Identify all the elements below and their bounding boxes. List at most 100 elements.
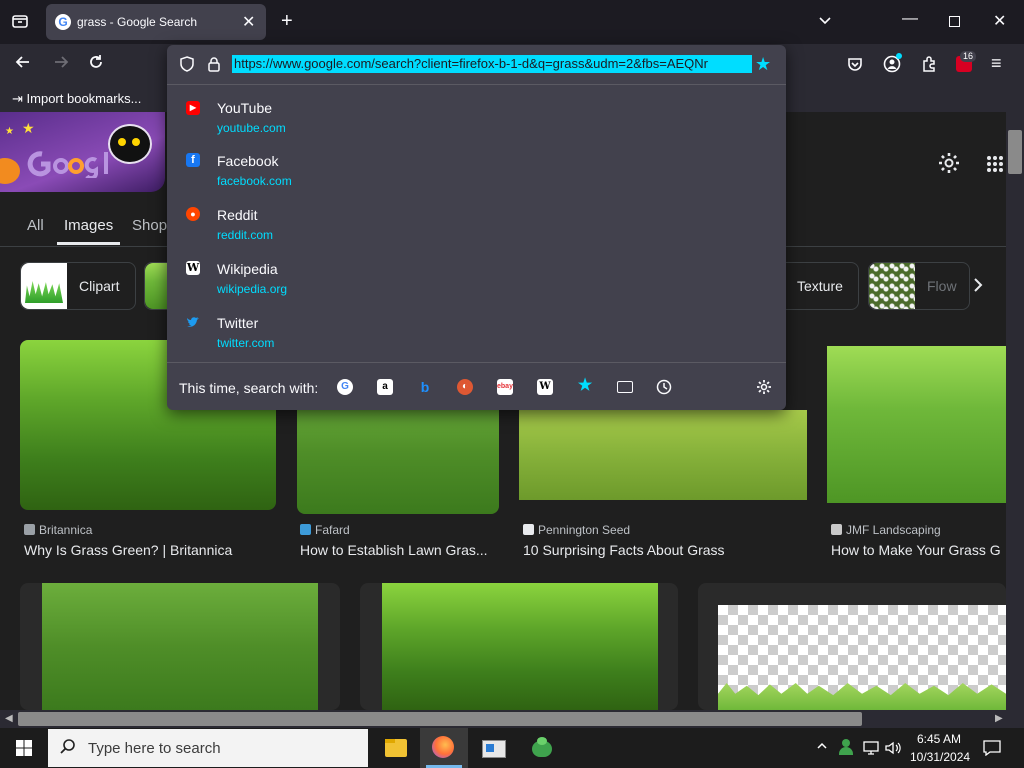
result-source[interactable]: Britannica bbox=[24, 523, 92, 537]
result-card[interactable] bbox=[20, 583, 340, 710]
suggestion-youtube[interactable]: ▶ YouTube youtube.com bbox=[175, 96, 775, 140]
search-engines-divider bbox=[167, 362, 786, 363]
jmf-favicon-icon bbox=[831, 524, 842, 535]
clock-time[interactable]: 6:45 AM bbox=[917, 732, 961, 746]
star-icon: ★ bbox=[22, 120, 35, 136]
notifications-icon[interactable] bbox=[983, 740, 1001, 761]
close-window-icon[interactable]: ✕ bbox=[993, 11, 1006, 31]
chip-texture[interactable]: Texture bbox=[786, 262, 859, 310]
result-caption[interactable]: How to Make Your Grass G bbox=[831, 542, 1006, 558]
ebay-icon[interactable]: ebay bbox=[497, 379, 513, 395]
suggestion-title: Facebook bbox=[217, 153, 279, 169]
chips-next-icon[interactable] bbox=[972, 277, 984, 298]
suggestion-twitter[interactable]: Twitter twitter.com bbox=[175, 312, 775, 356]
result-card[interactable] bbox=[360, 583, 678, 710]
bookmark-star-icon[interactable]: ★ bbox=[755, 54, 771, 75]
extension-badge: 16 bbox=[960, 51, 977, 62]
settings-gear-icon[interactable] bbox=[937, 151, 961, 180]
user-tray-icon[interactable] bbox=[839, 739, 853, 755]
result-source[interactable]: Pennington Seed bbox=[523, 523, 630, 537]
network-icon[interactable] bbox=[863, 741, 879, 760]
url-dropdown-divider bbox=[167, 84, 786, 85]
suggestion-url: facebook.com bbox=[217, 174, 292, 188]
chip-clipart[interactable]: Clipart bbox=[20, 262, 136, 310]
facebook-icon: f bbox=[186, 153, 200, 167]
suggestion-facebook[interactable]: f Facebook facebook.com bbox=[175, 150, 775, 194]
suggestion-title: YouTube bbox=[217, 100, 273, 116]
file-explorer-icon[interactable] bbox=[385, 739, 407, 757]
duckduckgo-icon[interactable]: ◐ bbox=[457, 379, 473, 395]
clock-date[interactable]: 10/31/2024 bbox=[910, 750, 970, 764]
suggestion-url: twitter.com bbox=[217, 336, 275, 350]
show-hidden-icons-chevron[interactable] bbox=[816, 740, 828, 755]
chip-texture-label: Texture bbox=[797, 278, 843, 294]
tab-all[interactable]: All bbox=[27, 217, 44, 234]
game-app-icon[interactable] bbox=[530, 737, 554, 759]
vertical-scroll-thumb[interactable] bbox=[1008, 130, 1022, 174]
import-bookmarks-label: Import bookmarks... bbox=[26, 91, 142, 106]
scroll-right-icon[interactable]: ▶ bbox=[995, 713, 1003, 724]
bing-icon[interactable]: b bbox=[417, 379, 433, 395]
tab-shop[interactable]: Shop bbox=[132, 217, 167, 234]
google-doodle-logo[interactable]: ★ ★ bbox=[0, 112, 165, 192]
google-favicon-icon: G bbox=[55, 14, 71, 30]
windows-start-icon[interactable] bbox=[16, 740, 32, 761]
minimize-window-icon[interactable]: — bbox=[902, 10, 918, 28]
youtube-icon: ▶ bbox=[186, 101, 200, 115]
url-input[interactable]: https://www.google.com/search?client=fir… bbox=[234, 56, 750, 71]
wikipedia-icon[interactable]: W bbox=[537, 379, 553, 395]
restore-window-icon[interactable] bbox=[949, 16, 960, 27]
bookmarks-star-icon[interactable]: ★ bbox=[577, 378, 593, 394]
suggestion-reddit[interactable]: ● Reddit reddit.com bbox=[175, 204, 775, 248]
pumpkin-icon bbox=[0, 158, 20, 184]
vertical-scrollbar[interactable] bbox=[1006, 112, 1024, 710]
new-tab-icon[interactable]: + bbox=[281, 10, 293, 33]
result-image[interactable] bbox=[519, 410, 807, 500]
result-caption[interactable]: 10 Surprising Facts About Grass bbox=[523, 542, 803, 558]
result-source[interactable]: Fafard bbox=[300, 523, 350, 537]
close-tab-icon[interactable]: ✕ bbox=[242, 12, 255, 32]
result-source[interactable]: JMF Landscaping bbox=[831, 523, 941, 537]
taskbar-search-placeholder: Type here to search bbox=[88, 740, 221, 757]
result-caption[interactable]: Why Is Grass Green? | Britannica bbox=[24, 542, 284, 558]
account-icon[interactable] bbox=[883, 53, 902, 78]
reload-icon[interactable] bbox=[87, 53, 105, 76]
import-icon: ⇥ bbox=[12, 91, 23, 106]
hamburger-menu-icon[interactable]: ≡ bbox=[991, 53, 1002, 74]
tracking-protection-shield-icon[interactable] bbox=[179, 56, 195, 77]
scroll-left-icon[interactable]: ◀ bbox=[5, 713, 13, 724]
list-all-tabs-icon[interactable] bbox=[817, 12, 833, 33]
history-icon[interactable] bbox=[656, 379, 672, 400]
result-caption[interactable]: How to Establish Lawn Gras... bbox=[300, 542, 500, 558]
reddit-icon: ● bbox=[186, 207, 200, 221]
active-tab[interactable]: G grass - Google Search ✕ bbox=[46, 4, 266, 40]
taskbar-firefox-button[interactable] bbox=[420, 728, 468, 768]
tabs-icon[interactable] bbox=[617, 381, 633, 393]
amazon-icon[interactable]: a bbox=[377, 379, 393, 395]
fafard-favicon-icon bbox=[300, 524, 311, 535]
search-settings-gear-icon[interactable] bbox=[756, 379, 772, 400]
active-tab-indicator bbox=[57, 242, 120, 245]
suggestion-title: Twitter bbox=[217, 315, 259, 331]
result-card[interactable] bbox=[698, 583, 1006, 710]
volume-icon[interactable] bbox=[885, 741, 901, 760]
tab-images[interactable]: Images bbox=[64, 217, 113, 234]
forward-icon[interactable] bbox=[52, 53, 70, 76]
google-apps-icon[interactable] bbox=[986, 155, 1004, 178]
import-bookmarks-link[interactable]: ⇥ Import bookmarks... bbox=[12, 91, 141, 107]
lock-icon[interactable] bbox=[207, 56, 221, 77]
wikipedia-icon: W bbox=[186, 261, 200, 275]
extensions-icon[interactable] bbox=[920, 55, 938, 78]
result-image[interactable] bbox=[827, 346, 1006, 503]
back-icon[interactable] bbox=[14, 53, 32, 76]
pocket-icon[interactable] bbox=[846, 55, 864, 78]
chip-flowers[interactable]: Flow bbox=[868, 262, 970, 310]
suggestion-url: reddit.com bbox=[217, 228, 274, 242]
news-app-icon[interactable] bbox=[482, 740, 506, 758]
suggestion-wikipedia[interactable]: W Wikipedia wikipedia.org bbox=[175, 258, 775, 302]
horizontal-scroll-thumb[interactable] bbox=[18, 712, 862, 726]
tab-list-icon[interactable] bbox=[11, 12, 29, 35]
star-icon: ★ bbox=[5, 126, 14, 137]
twitter-icon bbox=[186, 315, 200, 334]
google-icon[interactable]: G bbox=[337, 379, 353, 395]
